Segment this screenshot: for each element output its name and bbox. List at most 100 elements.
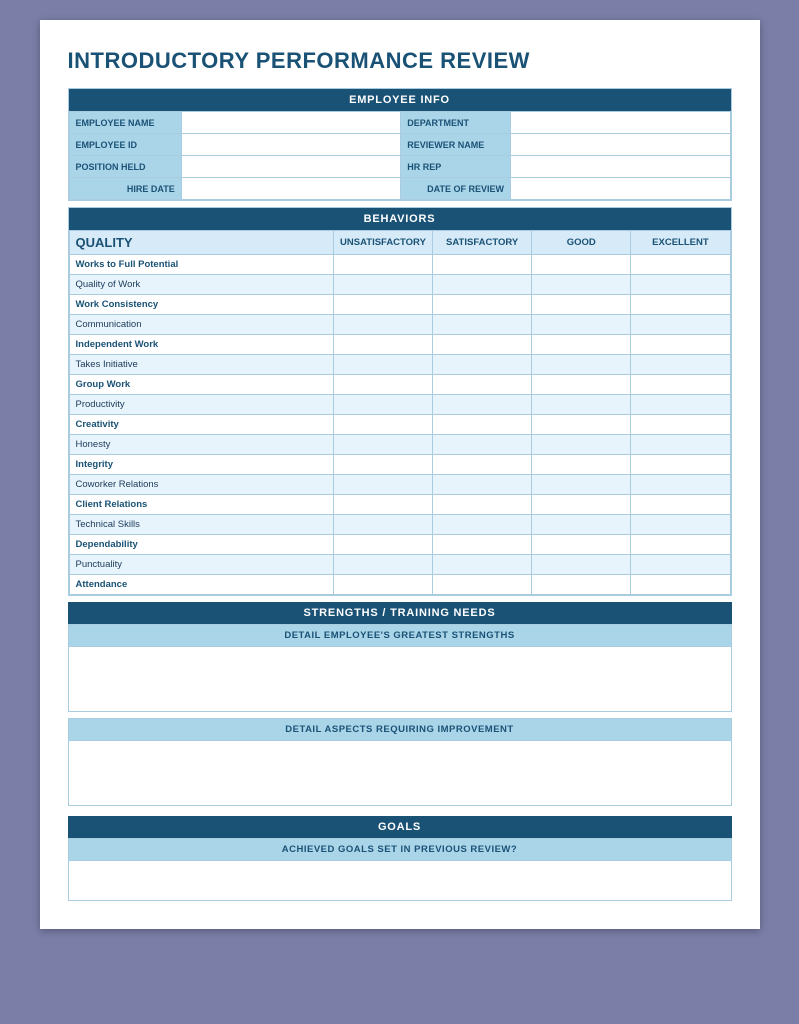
behavior-cell[interactable] [433, 535, 532, 555]
behavior-cell[interactable] [532, 435, 631, 455]
excellent-col-header: EXCELLENT [631, 231, 730, 255]
behavior-cell[interactable] [532, 335, 631, 355]
behavior-cell[interactable] [433, 415, 532, 435]
behavior-row-label: Dependability [69, 535, 333, 555]
behavior-row: Works to Full Potential [69, 255, 730, 275]
behavior-cell[interactable] [333, 535, 432, 555]
behavior-cell[interactable] [631, 295, 730, 315]
behavior-cell[interactable] [631, 415, 730, 435]
behavior-cell[interactable] [532, 455, 631, 475]
behavior-row: Integrity [69, 455, 730, 475]
date-of-review-value[interactable] [510, 178, 730, 200]
behavior-cell[interactable] [532, 355, 631, 375]
behavior-cell[interactable] [333, 515, 432, 535]
behavior-cell[interactable] [631, 335, 730, 355]
behavior-cell[interactable] [433, 315, 532, 335]
position-held-value[interactable] [181, 156, 401, 178]
behavior-cell[interactable] [333, 295, 432, 315]
behavior-cell[interactable] [631, 515, 730, 535]
behavior-cell[interactable] [433, 295, 532, 315]
behavior-cell[interactable] [631, 375, 730, 395]
behavior-cell[interactable] [433, 515, 532, 535]
achieved-goals-textarea[interactable] [68, 861, 732, 901]
employee-id-label: EMPLOYEE ID [69, 134, 181, 156]
strengths-textarea[interactable] [68, 647, 732, 712]
behavior-row-label: Attendance [69, 575, 333, 595]
position-held-label: POSITION HELD [69, 156, 181, 178]
behavior-cell[interactable] [631, 475, 730, 495]
behavior-cell[interactable] [333, 435, 432, 455]
behavior-cell[interactable] [333, 315, 432, 335]
behavior-cell[interactable] [333, 555, 432, 575]
behavior-cell[interactable] [532, 515, 631, 535]
behavior-cell[interactable] [433, 495, 532, 515]
goals-section: GOALS ACHIEVED GOALS SET IN PREVIOUS REV… [68, 816, 732, 901]
behavior-cell[interactable] [631, 275, 730, 295]
behavior-cell[interactable] [631, 315, 730, 335]
employee-row-2: EMPLOYEE ID REVIEWER NAME [69, 134, 730, 156]
behavior-cell[interactable] [532, 275, 631, 295]
behavior-cell[interactable] [532, 555, 631, 575]
behavior-cell[interactable] [433, 555, 532, 575]
achieved-goals-label: ACHIEVED GOALS SET IN PREVIOUS REVIEW? [68, 838, 732, 861]
behavior-cell[interactable] [631, 575, 730, 595]
department-value[interactable] [510, 112, 730, 134]
behavior-cell[interactable] [333, 275, 432, 295]
quality-col-header: QUALITY [69, 231, 333, 255]
behavior-cell[interactable] [333, 355, 432, 375]
behavior-cell[interactable] [532, 575, 631, 595]
behavior-cell[interactable] [433, 575, 532, 595]
behavior-cell[interactable] [532, 535, 631, 555]
behavior-cell[interactable] [631, 455, 730, 475]
behavior-row-label: Coworker Relations [69, 475, 333, 495]
employee-name-value[interactable] [181, 112, 401, 134]
hire-date-value[interactable] [181, 178, 401, 200]
goals-header: GOALS [68, 816, 732, 838]
behavior-cell[interactable] [631, 555, 730, 575]
employee-name-label: EMPLOYEE NAME [69, 112, 181, 134]
behavior-cell[interactable] [631, 355, 730, 375]
behavior-cell[interactable] [631, 495, 730, 515]
behavior-cell[interactable] [333, 255, 432, 275]
behavior-cell[interactable] [532, 255, 631, 275]
behavior-cell[interactable] [433, 275, 532, 295]
behavior-cell[interactable] [532, 415, 631, 435]
strengths-section: STRENGTHS / TRAINING NEEDS DETAIL EMPLOY… [68, 602, 732, 806]
behavior-cell[interactable] [631, 435, 730, 455]
hr-rep-value[interactable] [510, 156, 730, 178]
behavior-cell[interactable] [333, 575, 432, 595]
behavior-cell[interactable] [631, 395, 730, 415]
behavior-cell[interactable] [433, 435, 532, 455]
behavior-cell[interactable] [631, 255, 730, 275]
reviewer-name-label: REVIEWER NAME [401, 134, 511, 156]
behavior-cell[interactable] [433, 375, 532, 395]
behavior-cell[interactable] [433, 355, 532, 375]
behavior-cell[interactable] [532, 295, 631, 315]
behavior-cell[interactable] [433, 255, 532, 275]
reviewer-name-value[interactable] [510, 134, 730, 156]
behaviors-table: QUALITY UNSATISFACTORY SATISFACTORY GOOD… [69, 230, 731, 595]
behavior-cell[interactable] [433, 395, 532, 415]
behavior-cell[interactable] [532, 495, 631, 515]
behavior-cell[interactable] [333, 395, 432, 415]
behavior-cell[interactable] [532, 475, 631, 495]
behavior-cell[interactable] [532, 315, 631, 335]
behavior-cell[interactable] [631, 535, 730, 555]
employee-id-value[interactable] [181, 134, 401, 156]
behavior-cell[interactable] [433, 335, 532, 355]
employee-info-section: EMPLOYEE INFO EMPLOYEE NAME DEPARTMENT E… [68, 88, 732, 201]
behavior-cell[interactable] [333, 495, 432, 515]
behavior-cell[interactable] [532, 395, 631, 415]
behavior-cell[interactable] [333, 375, 432, 395]
behavior-row: Coworker Relations [69, 475, 730, 495]
improvement-textarea[interactable] [68, 741, 732, 806]
behavior-row-label: Communication [69, 315, 333, 335]
behavior-row-label: Productivity [69, 395, 333, 415]
behavior-cell[interactable] [333, 415, 432, 435]
behavior-cell[interactable] [333, 455, 432, 475]
behavior-cell[interactable] [433, 455, 532, 475]
behavior-cell[interactable] [333, 335, 432, 355]
behavior-cell[interactable] [532, 375, 631, 395]
behavior-cell[interactable] [333, 475, 432, 495]
behavior-cell[interactable] [433, 475, 532, 495]
